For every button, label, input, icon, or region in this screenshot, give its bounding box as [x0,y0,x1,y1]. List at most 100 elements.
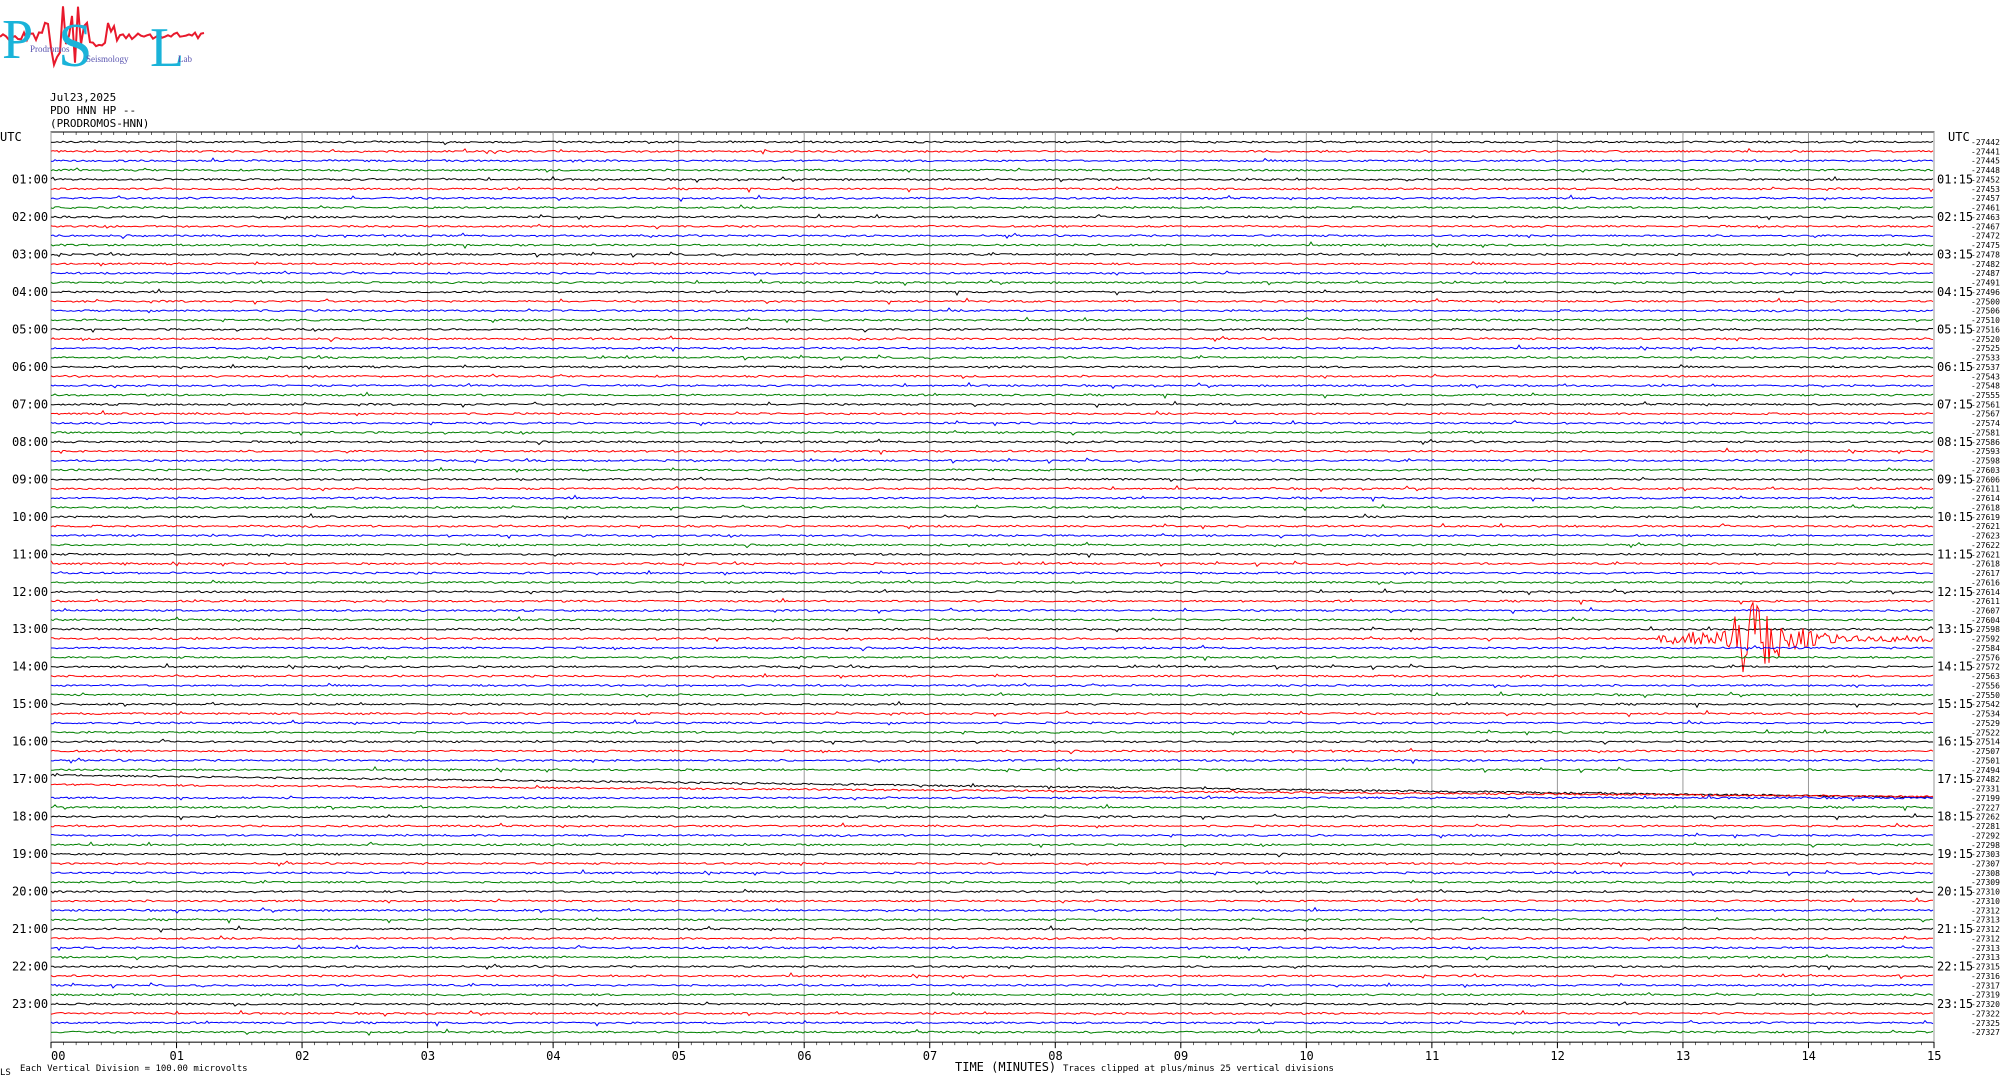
trace-offset-label: -27308 [1971,869,2000,878]
right-hour-label: 01:15 [1937,172,1973,186]
trace-offset-label: -27556 [1971,681,2000,690]
vertical-division-note: Each Vertical Division = 100.00 microvol… [20,1064,248,1074]
trace-offset-label: -27487 [1971,269,2000,278]
right-hour-label: 13:15 [1937,622,1973,636]
trace-offset-label: -27327 [1971,1028,2000,1037]
trace-offset-label: -27576 [1971,653,2000,662]
trace-line [50,841,1934,849]
trace-offset-label: -27319 [1971,991,2000,1000]
trace-offset-label: -27475 [1971,241,2000,250]
trace-line [50,662,1934,671]
trace-offset-label: -27622 [1971,541,2000,550]
trace-offset-label: -27534 [1971,710,2000,719]
trace-offset-label: -27316 [1971,972,2000,981]
trace-line [50,476,1934,483]
trace-offset-label: -27478 [1971,250,2000,259]
trace-offset-label: -27445 [1971,157,2000,166]
trace-line [50,588,1934,596]
right-hour-label: 10:15 [1937,510,1973,524]
left-hour-label: 17:00 [12,772,48,786]
x-tick-label: 03 [421,1049,435,1063]
trace-offset-label: -27537 [1971,363,2000,372]
trace-offset-label: -27619 [1971,513,2000,522]
trace-line [50,447,1934,456]
left-hour-label: 09:00 [12,472,48,486]
x-tick-label: 02 [295,1049,309,1063]
trace-offset-label: -27312 [1971,925,2000,934]
trace-offset-label: -27543 [1971,372,2000,381]
trace-line [50,316,1934,324]
left-hour-label: 02:00 [12,210,48,224]
trace-offset-label: -27496 [1971,288,2000,297]
x-tick-label: 04 [546,1049,560,1063]
trace-line [50,916,1934,924]
trace-line [50,363,1934,370]
trace-offset-label: -27561 [1971,400,2000,409]
x-tick-label: 12 [1550,1049,1564,1063]
plot-frame [50,131,1935,1043]
trace-line [50,344,1934,353]
left-hour-label: 16:00 [12,735,48,749]
trace-line [50,391,1934,400]
trace-offset-label: -27607 [1971,607,2000,616]
right-hour-label: 16:15 [1937,735,1973,749]
trace-offset-label: -27312 [1971,906,2000,915]
left-hour-label: 07:00 [12,397,48,411]
left-hour-label: 11:00 [12,547,48,561]
left-hour-label: 14:00 [12,660,48,674]
right-hour-label: 09:15 [1937,472,1973,486]
trace-line [50,140,1934,146]
trace-offset-label: -27310 [1971,888,2000,897]
trace-line [50,484,1934,493]
right-hour-label: 05:15 [1937,322,1973,336]
trace-offset-label: -27525 [1971,344,2000,353]
left-hour-label: 20:00 [12,885,48,899]
right-hour-label: 14:15 [1937,660,1973,674]
trace-line [50,597,1934,606]
trace-line [50,935,1934,942]
trace-offset-label: -27281 [1971,822,2000,831]
trace-offset-label: -27506 [1971,307,2000,316]
trace-offset-label: -27621 [1971,522,2000,531]
trace-offset-label: -27482 [1971,775,2000,784]
left-hour-label: 01:00 [12,172,48,186]
trace-line [50,175,1934,184]
left-hour-label: 19:00 [12,847,48,861]
trace-offset-label: -27325 [1971,1019,2000,1028]
trace-offset-label: -27448 [1971,166,2000,175]
trace-offset-label: -27312 [1971,934,2000,943]
trace-offset-label: -27331 [1971,785,2000,794]
trace-offset-label: -27516 [1971,325,2000,334]
trace-line [50,888,1934,895]
trace-line [50,579,1934,586]
trace-line [50,503,1934,512]
trace-offset-label: -27315 [1971,963,2000,972]
trace-offset-label: -27563 [1971,672,2000,681]
trace-line [50,850,1934,858]
trace-offset-label: -27606 [1971,475,2000,484]
trace-offset-label: -27621 [1971,550,2000,559]
trace-offset-label: -27307 [1971,859,2000,868]
trace-line [50,868,1934,877]
trace-line [50,972,1934,980]
trace-offset-label: -27616 [1971,578,2000,587]
trace-line [50,429,1934,436]
trace-line [50,512,1934,520]
trace-offset-label: -27303 [1971,850,2000,859]
left-hour-label: 18:00 [12,810,48,824]
label-layer: 00 01 02 03 04 05 06 07 08 09 10 11 12 13 14 15-27442-2… [0,130,2000,1063]
trace-offset-label: -27548 [1971,382,2000,391]
trace-offset-label: -27611 [1971,597,2000,606]
trace-line [50,803,1934,812]
trace-offset-label: -27463 [1971,213,2000,222]
trace-line [50,709,1934,718]
trace-line [50,757,1934,765]
trace-line [50,625,1934,633]
right-hour-label: 21:15 [1937,922,1973,936]
trace-offset-label: -27529 [1971,719,2000,728]
trace-layer [50,140,1934,1036]
trace-offset-label: -27618 [1971,560,2000,569]
trace-offset-label: -27593 [1971,447,2000,456]
x-tick-label: 01 [170,1049,184,1063]
trace-line [50,532,1934,539]
